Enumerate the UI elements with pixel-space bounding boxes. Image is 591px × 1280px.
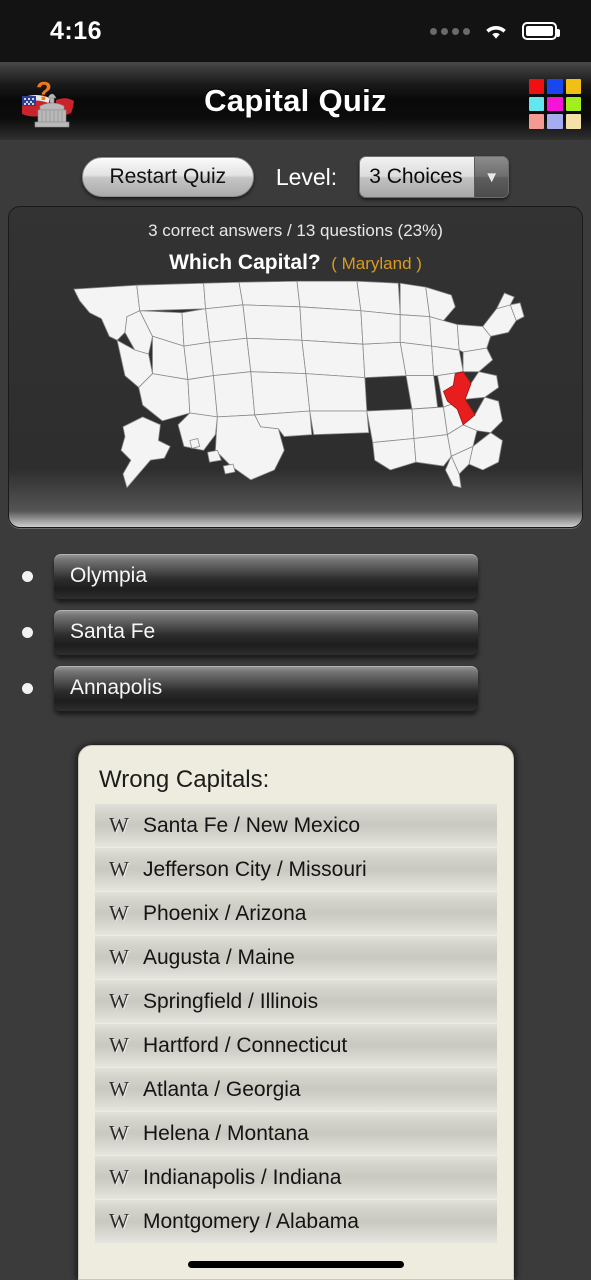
list-item[interactable]: W Jefferson City / Missouri (95, 848, 497, 891)
wrong-capitals-panel: Wrong Capitals: W Santa Fe / New Mexico … (78, 745, 514, 1280)
list-item-label: Phoenix / Arizona (143, 901, 307, 925)
answer-button-0[interactable]: Olympia (54, 553, 478, 599)
status-bar-time: 4:16 (50, 16, 103, 45)
list-item[interactable]: W Helena / Montana (95, 1112, 497, 1155)
wrong-capitals-title: Wrong Capitals: (99, 766, 270, 793)
grid-cell (565, 96, 581, 112)
wrong-capitals-list: W Santa Fe / New Mexico W Jefferson City… (95, 804, 497, 1243)
battery-full-icon (522, 22, 560, 40)
bullet-icon (0, 626, 54, 638)
wrong-marker-icon: W (109, 1077, 129, 1101)
grid-cell (529, 79, 545, 94)
grid-cell (529, 96, 545, 112)
list-item[interactable]: W Phoenix / Arizona (95, 892, 497, 935)
grid-cell (529, 114, 545, 129)
answer-button-1[interactable]: Santa Fe (54, 609, 478, 655)
united-states-map[interactable] (9, 275, 582, 490)
restart-quiz-button[interactable]: Restart Quiz (81, 157, 254, 197)
wrong-marker-icon: W (109, 1121, 129, 1145)
home-indicator[interactable] (188, 1261, 404, 1268)
list-item[interactable]: W Atlanta / Georgia (95, 1068, 497, 1111)
nav-bar: ? Capital Quiz (0, 62, 591, 140)
list-item-label: Montgomery / Alabama (143, 1209, 359, 1233)
question-row: Which Capital? ( Maryland ) (9, 251, 582, 275)
list-item[interactable]: W Montgomery / Alabama (95, 1200, 497, 1243)
list-item-label: Atlanta / Georgia (143, 1077, 301, 1101)
bullet-icon (0, 682, 54, 694)
svg-text:?: ? (36, 76, 52, 106)
list-item-label: Hartford / Connecticut (143, 1033, 348, 1057)
wrong-marker-icon: W (109, 1209, 129, 1233)
answer-row: Santa Fe (0, 604, 591, 660)
color-grid-icon[interactable] (529, 79, 581, 129)
wrong-marker-icon: W (109, 901, 129, 925)
status-bar-indicators (430, 21, 560, 41)
list-item-label: Helena / Montana (143, 1121, 309, 1145)
level-label: Level: (275, 163, 338, 190)
cellular-dots-icon (430, 27, 470, 35)
us-map-svg (72, 280, 525, 488)
list-item[interactable]: W Springfield / Illinois (95, 980, 497, 1023)
wrong-marker-icon: W (109, 1033, 129, 1057)
answer-row: Olympia (0, 548, 591, 604)
list-item[interactable]: W Santa Fe / New Mexico (95, 804, 497, 847)
score-text: 3 correct answers / 13 questions (23%) (148, 221, 443, 240)
question-label: Which Capital? (169, 251, 321, 274)
status-bar: 4:16 (0, 0, 591, 62)
page-title: Capital Quiz (204, 83, 387, 118)
list-item[interactable]: W Hartford / Connecticut (95, 1024, 497, 1067)
quiz-panel: 3 correct answers / 13 questions (23%) W… (8, 206, 583, 528)
wrong-marker-icon: W (109, 813, 129, 837)
level-select[interactable]: 3 Choices ▼ (359, 156, 510, 198)
list-item-label: Jefferson City / Missouri (143, 857, 367, 881)
capitol-flag-question-icon: ? (22, 76, 74, 128)
grid-cell (547, 96, 563, 112)
grid-cell (547, 79, 563, 94)
bullet-icon (0, 570, 54, 582)
list-item-label: Springfield / Illinois (143, 989, 319, 1013)
wifi-icon (486, 25, 506, 39)
list-item-label: Indianapolis / Indiana (143, 1165, 342, 1189)
list-item[interactable]: W Indianapolis / Indiana (95, 1156, 497, 1199)
level-select-value[interactable]: 3 Choices (360, 157, 475, 197)
answer-row: Annapolis (0, 660, 591, 716)
list-item-label: Augusta / Maine (143, 945, 295, 969)
app-screen: 4:16 ? Capital Quiz Restart Quiz Level: … (0, 0, 591, 1280)
wrong-marker-icon: W (109, 857, 129, 881)
chevron-down-icon[interactable]: ▼ (474, 157, 509, 197)
wrong-marker-icon: W (109, 989, 129, 1013)
answer-button-2[interactable]: Annapolis (54, 665, 478, 711)
list-item[interactable]: W Augusta / Maine (95, 936, 497, 979)
answer-options: Olympia Santa Fe Annapolis (0, 548, 591, 716)
wrong-marker-icon: W (109, 945, 129, 969)
state-hint: ( Maryland ) (331, 254, 422, 273)
grid-cell (565, 114, 581, 129)
wrong-marker-icon: W (109, 1165, 129, 1189)
grid-cell (565, 79, 581, 94)
grid-cell (547, 114, 563, 129)
list-item-label: Santa Fe / New Mexico (143, 813, 361, 837)
toolbar: Restart Quiz Level: 3 Choices ▼ (0, 148, 591, 206)
